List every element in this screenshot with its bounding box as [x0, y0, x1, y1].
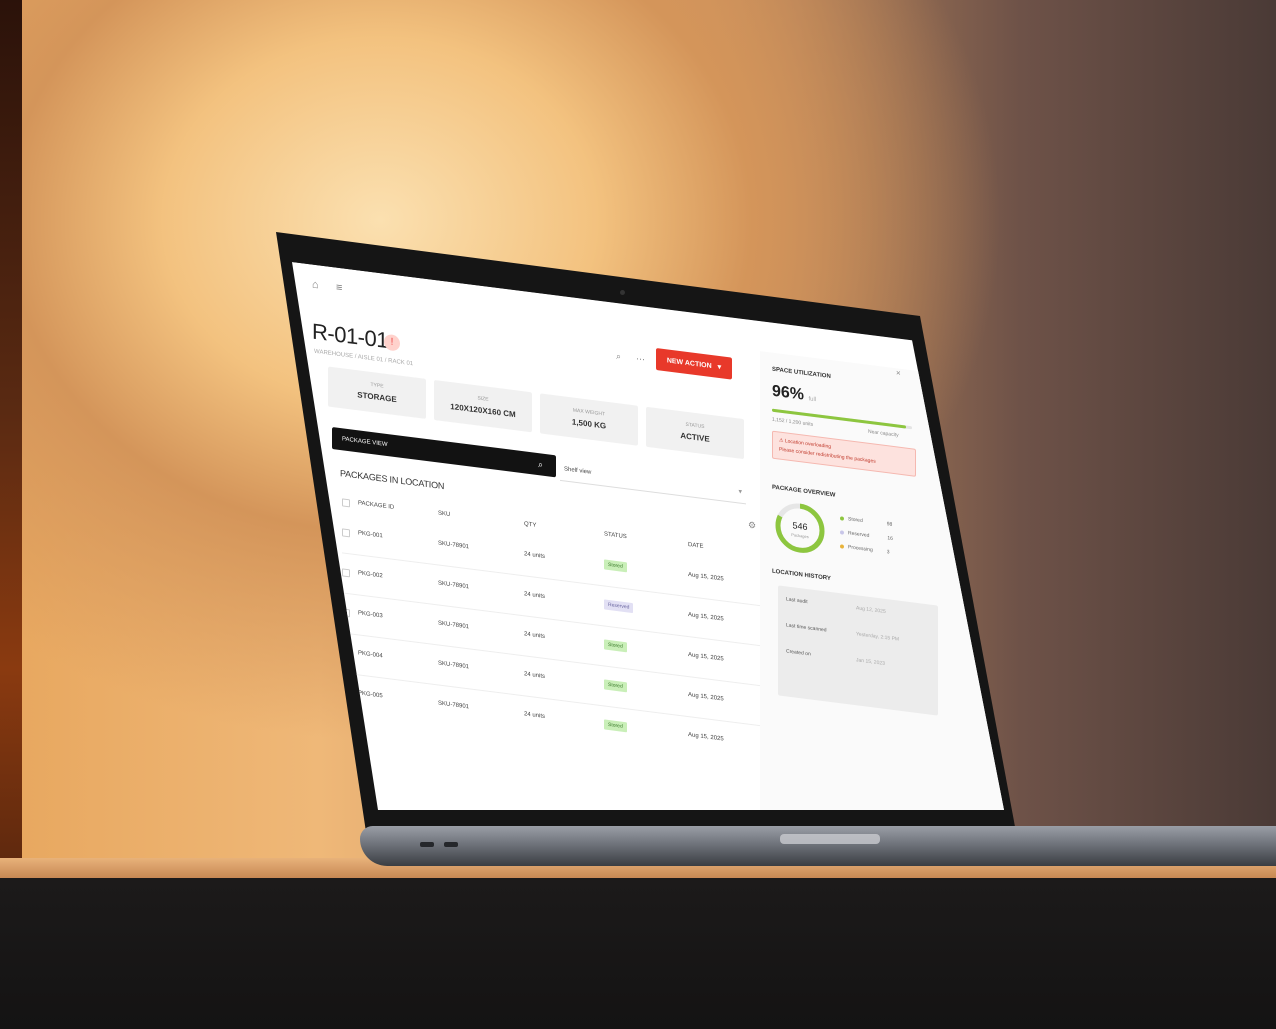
history-label: Last time scanned [786, 622, 827, 634]
legend-value: 16 [887, 535, 893, 542]
usb-port [420, 842, 434, 847]
column-header-date[interactable]: DATE [688, 542, 704, 550]
utilization-percent: 96% [772, 382, 805, 404]
cell-id: PKG-001 [358, 530, 383, 540]
column-header-qty[interactable]: QTY [524, 521, 536, 529]
status-badge: Stored [604, 639, 627, 653]
chevron-down-icon: ▾ [717, 363, 722, 372]
status-badge: Reserved [604, 599, 634, 614]
legend-item: Processing 3 [840, 543, 890, 555]
row-checkbox[interactable] [342, 528, 350, 538]
new-action-button[interactable]: NEW ACTION ▾ [656, 347, 732, 380]
history-value: Jan 15, 2023 [856, 657, 885, 667]
close-icon[interactable]: × [896, 368, 901, 378]
column-header-id[interactable]: PACKAGE ID [358, 500, 394, 511]
view-select[interactable]: Shelf view ▾ [560, 463, 746, 505]
stat-card-status: STATUS ACTIVE [646, 406, 744, 460]
legend-item: Reserved 16 [840, 529, 893, 542]
cell-date: Aug 15, 2025 [688, 572, 724, 583]
laptop-base [360, 826, 1276, 866]
cell-sku: SKU-78901 [438, 660, 470, 671]
packages-section-title: PACKAGES IN LOCATION [340, 468, 445, 492]
utilization-used: 1,152 / 1,200 units [772, 416, 814, 428]
legend-item: Stored 98 [840, 515, 892, 528]
cell-qty: 24 units [524, 711, 546, 720]
app-window: ⌂ ≡ R-01-01 ! WAREHOUSE / AISLE 01 / RAC… [292, 262, 1004, 810]
cell-qty: 24 units [524, 671, 546, 680]
chevron-down-icon: ▾ [738, 488, 742, 496]
cell-date: Aug 15, 2025 [688, 652, 724, 663]
packages-table-body: PKG-001 SKU-78901 24 units Stored Aug 15… [342, 518, 762, 781]
stat-card-weight: MAX WEIGHT 1,500 KG [540, 393, 638, 446]
more-icon[interactable]: ⋯ [636, 353, 645, 365]
legend-value: 98 [886, 521, 893, 528]
status-badge: Stored [604, 679, 627, 693]
history-label: Last audit [786, 596, 808, 606]
package-overview-title: PACKAGE OVERVIEW [772, 484, 836, 499]
cell-sku: SKU-78901 [438, 580, 470, 591]
utilization-title: SPACE UTILIZATION [772, 366, 831, 381]
history-value: Aug 12, 2025 [856, 605, 886, 616]
breadcrumb: WAREHOUSE / AISLE 01 / RACK 01 [314, 348, 414, 368]
legend-dot [840, 516, 844, 521]
donut-label: Packages [791, 532, 809, 539]
location-history-title: LOCATION HISTORY [772, 568, 831, 583]
camera [620, 290, 625, 295]
legend-dot [840, 544, 844, 549]
capacity-note: Near capacity [868, 428, 899, 439]
utilization-value: 96% full [772, 383, 816, 407]
history-value: Yesterday, 2:15 PM [856, 631, 900, 643]
row-checkbox[interactable] [342, 568, 350, 578]
location-history-card: Last audit Aug 12, 2025 Last time scanne… [778, 585, 938, 716]
cell-qty: 24 units [524, 591, 546, 600]
search-label: PACKAGE VIEW [342, 436, 388, 449]
legend-label: Stored [848, 516, 863, 525]
search-icon[interactable]: ⌕ [616, 351, 621, 363]
package-search-bar[interactable]: PACKAGE VIEW ⌕ [332, 427, 556, 478]
cell-date: Aug 15, 2025 [688, 612, 724, 623]
laptop-ports [420, 842, 458, 847]
laptop-hinge [780, 834, 880, 844]
cell-id: PKG-003 [358, 610, 383, 620]
donut-value: 546 [793, 520, 808, 532]
history-label: Created on [786, 648, 811, 658]
search-icon: ⌕ [538, 459, 544, 470]
new-action-label: NEW ACTION [666, 356, 712, 370]
usb-port [444, 842, 458, 847]
back-icon[interactable]: ⌂ [312, 279, 319, 292]
cell-date: Aug 15, 2025 [688, 692, 724, 703]
legend-label: Reserved [848, 530, 870, 539]
desk-front [0, 878, 1276, 1029]
menu-icon[interactable]: ≡ [336, 282, 342, 295]
cell-qty: 24 units [524, 631, 546, 640]
legend-label: Processing [848, 544, 873, 554]
stat-card-type: TYPE STORAGE [328, 366, 426, 419]
cell-qty: 24 units [524, 551, 546, 560]
cell-id: PKG-005 [358, 690, 383, 700]
cell-id: PKG-004 [358, 650, 383, 660]
legend-value: 3 [886, 549, 890, 556]
package-donut-chart: 546 Packages [775, 503, 825, 553]
legend-dot [840, 530, 844, 535]
select-all-checkbox[interactable] [342, 498, 350, 508]
laptop-screen: ⌂ ≡ R-01-01 ! WAREHOUSE / AISLE 01 / RAC… [292, 262, 1004, 810]
status-badge: Stored [604, 559, 627, 573]
cell-id: PKG-002 [358, 570, 383, 580]
column-header-sku[interactable]: SKU [438, 510, 450, 518]
view-select-value: Shelf view [564, 466, 592, 476]
stat-card-size: SIZE 120X120X160 CM [434, 379, 532, 433]
cell-date: Aug 15, 2025 [688, 732, 724, 743]
cell-sku: SKU-78901 [438, 620, 470, 631]
status-badge: Stored [604, 719, 627, 733]
utilization-unit: full [808, 396, 817, 404]
cell-sku: SKU-78901 [438, 540, 470, 551]
filter-icon[interactable]: ⚙ [748, 520, 756, 532]
cell-sku: SKU-78901 [438, 700, 470, 711]
history-row: Created on Jan 15, 2023 [786, 648, 885, 666]
column-header-status[interactable]: STATUS [604, 531, 627, 540]
history-row: Last audit Aug 12, 2025 [786, 596, 886, 615]
page-title: R-01-01 [312, 318, 388, 354]
history-row: Last time scanned Yesterday, 2:15 PM [786, 622, 899, 642]
